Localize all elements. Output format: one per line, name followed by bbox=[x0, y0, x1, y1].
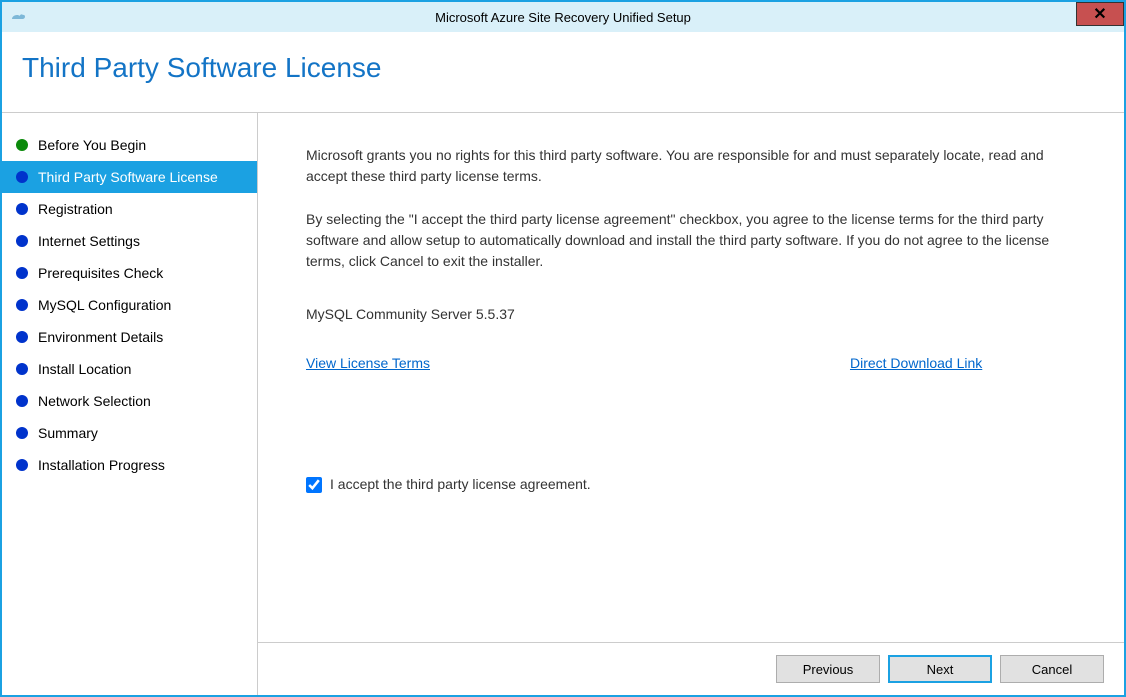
status-bullet-icon bbox=[16, 139, 28, 151]
sidebar-item-1[interactable]: Third Party Software License bbox=[2, 161, 257, 193]
sidebar-item-label: Registration bbox=[38, 201, 113, 217]
status-bullet-icon bbox=[16, 427, 28, 439]
link-row: View License Terms Direct Download Link bbox=[306, 353, 1076, 374]
status-bullet-icon bbox=[16, 363, 28, 375]
next-button[interactable]: Next bbox=[888, 655, 992, 683]
status-bullet-icon bbox=[16, 235, 28, 247]
status-bullet-icon bbox=[16, 395, 28, 407]
sidebar-item-9[interactable]: Summary bbox=[2, 417, 257, 449]
status-bullet-icon bbox=[16, 299, 28, 311]
sidebar-item-4[interactable]: Prerequisites Check bbox=[2, 257, 257, 289]
page-title: Third Party Software License bbox=[22, 52, 1104, 84]
titlebar: Microsoft Azure Site Recovery Unified Se… bbox=[2, 2, 1124, 32]
footer-buttons: Previous Next Cancel bbox=[258, 642, 1124, 695]
sidebar-item-label: Prerequisites Check bbox=[38, 265, 163, 281]
accept-checkbox[interactable] bbox=[306, 477, 322, 493]
sidebar-item-2[interactable]: Registration bbox=[2, 193, 257, 225]
sidebar-item-7[interactable]: Install Location bbox=[2, 353, 257, 385]
sidebar-item-label: Installation Progress bbox=[38, 457, 165, 473]
sidebar-item-5[interactable]: MySQL Configuration bbox=[2, 289, 257, 321]
sidebar-item-8[interactable]: Network Selection bbox=[2, 385, 257, 417]
status-bullet-icon bbox=[16, 171, 28, 183]
content-panel: Microsoft grants you no rights for this … bbox=[258, 113, 1124, 695]
sidebar-item-label: Third Party Software License bbox=[38, 169, 218, 185]
license-paragraph-1: Microsoft grants you no rights for this … bbox=[306, 145, 1076, 187]
close-button[interactable]: ✕ bbox=[1076, 2, 1124, 26]
app-icon bbox=[8, 8, 26, 26]
content-inner: Microsoft grants you no rights for this … bbox=[258, 113, 1124, 642]
sidebar-item-label: Before You Begin bbox=[38, 137, 146, 153]
sidebar-item-label: Install Location bbox=[38, 361, 131, 377]
license-paragraph-2: By selecting the "I accept the third par… bbox=[306, 209, 1076, 272]
window-title: Microsoft Azure Site Recovery Unified Se… bbox=[435, 10, 691, 25]
sidebar-item-10[interactable]: Installation Progress bbox=[2, 449, 257, 481]
sidebar-item-0[interactable]: Before You Begin bbox=[2, 129, 257, 161]
status-bullet-icon bbox=[16, 459, 28, 471]
sidebar-item-label: Network Selection bbox=[38, 393, 151, 409]
accept-label[interactable]: I accept the third party license agreeme… bbox=[330, 474, 591, 495]
sidebar-item-label: Internet Settings bbox=[38, 233, 140, 249]
close-icon: ✕ bbox=[1093, 4, 1106, 24]
view-license-link[interactable]: View License Terms bbox=[306, 353, 430, 374]
sidebar-item-label: Summary bbox=[38, 425, 98, 441]
main-body: Before You Begin Third Party Software Lic… bbox=[2, 113, 1124, 695]
status-bullet-icon bbox=[16, 203, 28, 215]
status-bullet-icon bbox=[16, 267, 28, 279]
direct-download-link[interactable]: Direct Download Link bbox=[850, 353, 982, 374]
accept-row: I accept the third party license agreeme… bbox=[306, 474, 1076, 495]
wizard-sidebar: Before You Begin Third Party Software Lic… bbox=[2, 113, 258, 695]
page-header: Third Party Software License bbox=[2, 32, 1124, 113]
sidebar-item-label: Environment Details bbox=[38, 329, 163, 345]
status-bullet-icon bbox=[16, 331, 28, 343]
sidebar-item-6[interactable]: Environment Details bbox=[2, 321, 257, 353]
previous-button[interactable]: Previous bbox=[776, 655, 880, 683]
product-name: MySQL Community Server 5.5.37 bbox=[306, 304, 1076, 325]
sidebar-item-3[interactable]: Internet Settings bbox=[2, 225, 257, 257]
cancel-button[interactable]: Cancel bbox=[1000, 655, 1104, 683]
sidebar-item-label: MySQL Configuration bbox=[38, 297, 171, 313]
